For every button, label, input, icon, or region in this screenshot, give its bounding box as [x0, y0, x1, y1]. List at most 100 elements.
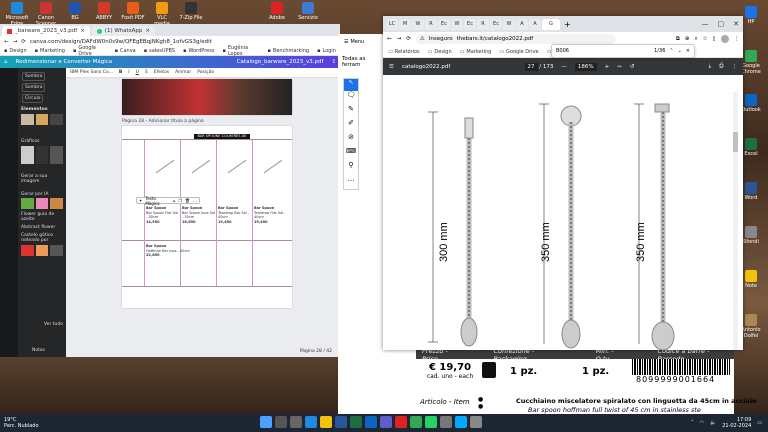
menu-icon[interactable]: ☰: [389, 64, 394, 70]
browser-tab[interactable]: R: [477, 18, 489, 30]
edge-icon[interactable]: [305, 416, 317, 428]
browser-tab[interactable]: W: [451, 18, 463, 30]
search-icon[interactable]: ⌕: [694, 36, 697, 43]
rotate-icon[interactable]: ↺: [630, 64, 635, 70]
bookmark-item[interactable]: ▭ Marketing: [460, 49, 492, 55]
bookmark-item[interactable]: ▭ Relatórios: [388, 49, 420, 55]
product-card[interactable]: Bar Spoon Bar Spoon Flat Sal - 30cm 14,950: [146, 206, 180, 224]
scrollbar[interactable]: [733, 92, 738, 350]
canvas-page-upper[interactable]: [122, 79, 292, 115]
bookmark-item[interactable]: ▪ Benchmarking: [268, 48, 310, 54]
menu-icon[interactable]: ⋮: [731, 64, 737, 70]
zoom-out-icon[interactable]: —: [561, 64, 567, 70]
print-icon[interactable]: ⎙: [719, 63, 723, 70]
stamp-icon[interactable]: ⚲: [344, 161, 358, 175]
close-icon[interactable]: ✕: [733, 20, 739, 28]
scrollbar-thumb[interactable]: [733, 132, 738, 152]
desktop-icon[interactable]: 7-Zip File: [178, 2, 204, 21]
select-icon[interactable]: ↖: [344, 79, 358, 91]
product-card[interactable]: Bar Spoon Teardrop Bar Sal - 40cm 19,450: [218, 206, 252, 224]
minimize-icon[interactable]: —: [702, 20, 709, 28]
prev-icon[interactable]: ⌃: [669, 48, 673, 54]
word-icon[interactable]: [335, 416, 347, 428]
product-card-5[interactable]: Bar Spoon Hoffman Bar Inox - 45cm 22,850: [146, 244, 190, 258]
product-card[interactable]: Bar Spoon Bar Spoon Inox Sal - 35cm 18,650: [182, 206, 216, 224]
explorer-icon[interactable]: [320, 416, 332, 428]
back-icon[interactable]: ←: [387, 36, 392, 42]
see-all-link[interactable]: Ver tudo: [44, 322, 63, 327]
element-thumb[interactable]: [21, 146, 64, 164]
more-icon[interactable]: …: [344, 175, 358, 189]
zoom-input[interactable]: 186%: [574, 62, 597, 71]
maximize-icon[interactable]: ▢: [718, 20, 725, 28]
effects-button[interactable]: Efeitos: [154, 70, 169, 75]
home-icon[interactable]: ⌂: [4, 59, 8, 65]
browser-tab[interactable]: M: [399, 18, 411, 30]
lock-icon[interactable]: ⌂: [173, 198, 176, 203]
product-image[interactable]: [191, 159, 211, 174]
bookmark-item[interactable]: ▪ Eugênia Lopes: [222, 45, 259, 57]
close-icon[interactable]: ×: [145, 28, 150, 34]
bookmark-item[interactable]: ▪ Google Drive: [73, 45, 107, 57]
forward-icon[interactable]: →: [13, 39, 18, 45]
close-icon[interactable]: ×: [80, 28, 85, 34]
browser-tab[interactable]: LC: [386, 18, 398, 30]
reload-icon[interactable]: ⟳: [21, 39, 26, 45]
highlight-icon[interactable]: ✐: [344, 119, 358, 133]
search-icon[interactable]: [275, 416, 287, 428]
omnibox[interactable]: ⚠ Inseguro thebars.it/catalogo2022.pdf: [415, 34, 616, 44]
url-input[interactable]: canva.com/design/DAFdW0n0s9w/QFEgEBqjNKg…: [30, 39, 336, 45]
next-icon[interactable]: ⌄: [678, 48, 682, 54]
position-button[interactable]: Posição: [197, 70, 214, 75]
magic-text-popup[interactable]: ✦ Texto Mágico ⌂ ❐ 🗑 …: [136, 196, 200, 206]
back-icon[interactable]: ←: [4, 39, 9, 45]
weather-widget[interactable]: 19°C Parc. Nublado: [4, 417, 39, 429]
more-icon[interactable]: …: [193, 198, 197, 203]
bookmark-item[interactable]: ▪ Canva: [115, 48, 136, 54]
browser-tab[interactable]: A: [516, 18, 528, 30]
security-label[interactable]: Inseguro: [429, 36, 453, 42]
bookmark-item[interactable]: ▭ Google Drive: [499, 49, 538, 55]
browser-tab[interactable]: W: [412, 18, 424, 30]
menu-icon[interactable]: ⋮: [734, 36, 740, 42]
desktop-icon[interactable]: Adobe: [264, 2, 290, 21]
translate-icon[interactable]: ⧉: [676, 36, 680, 43]
desktop-icon[interactable]: Servizio: [295, 2, 321, 21]
settings-icon[interactable]: [470, 416, 482, 428]
desktop-icon[interactable]: BG: [62, 2, 88, 21]
start-icon[interactable]: [260, 416, 272, 428]
store-icon[interactable]: [440, 416, 452, 428]
link-icon[interactable]: ⊘: [344, 133, 358, 147]
desktop-icon[interactable]: Foxit PDF: [120, 2, 146, 21]
browser-tab[interactable]: A: [529, 18, 541, 30]
fit-icon[interactable]: ⇿: [617, 64, 622, 70]
reload-icon[interactable]: ⟳: [406, 36, 411, 42]
browser-tab[interactable]: Ec: [490, 18, 502, 30]
copy-icon[interactable]: ❐: [178, 198, 182, 203]
wifi-icon[interactable]: ◠: [700, 420, 704, 426]
browser-tab[interactable]: R: [425, 18, 437, 30]
element-thumb[interactable]: [21, 114, 64, 125]
chevron-up-icon[interactable]: ˄: [691, 420, 694, 426]
product-image[interactable]: [227, 159, 247, 174]
browser-tab[interactable]: W: [503, 18, 515, 30]
tab-canva-pdf[interactable]: _barware_2023_v3.pdf ×: [2, 26, 90, 36]
excel-icon[interactable]: [350, 416, 362, 428]
zoom-icon[interactable]: ⊕: [685, 36, 690, 42]
bookmark-item[interactable]: ▪ Marketing: [35, 48, 65, 54]
element-thumb[interactable]: [21, 198, 64, 209]
chip-shadow-2[interactable]: Sombra: [22, 83, 46, 92]
download-icon[interactable]: ⤓: [709, 63, 711, 70]
task-view-icon[interactable]: [290, 416, 302, 428]
page-input[interactable]: 27: [524, 62, 538, 71]
desktop-icon[interactable]: ABBYY: [91, 2, 117, 21]
url-input[interactable]: thebars.it/catalogo2022.pdf: [457, 36, 534, 42]
element-thumb[interactable]: [21, 245, 64, 256]
chrome-icon[interactable]: [410, 416, 422, 428]
product-image[interactable]: [155, 159, 175, 174]
underline-button[interactable]: U: [136, 70, 139, 75]
new-tab-icon[interactable]: +: [561, 20, 574, 29]
zoom-in-icon[interactable]: +: [605, 64, 610, 70]
clock[interactable]: 17:09 21-02-2024: [722, 417, 751, 429]
product-image[interactable]: [263, 159, 283, 174]
